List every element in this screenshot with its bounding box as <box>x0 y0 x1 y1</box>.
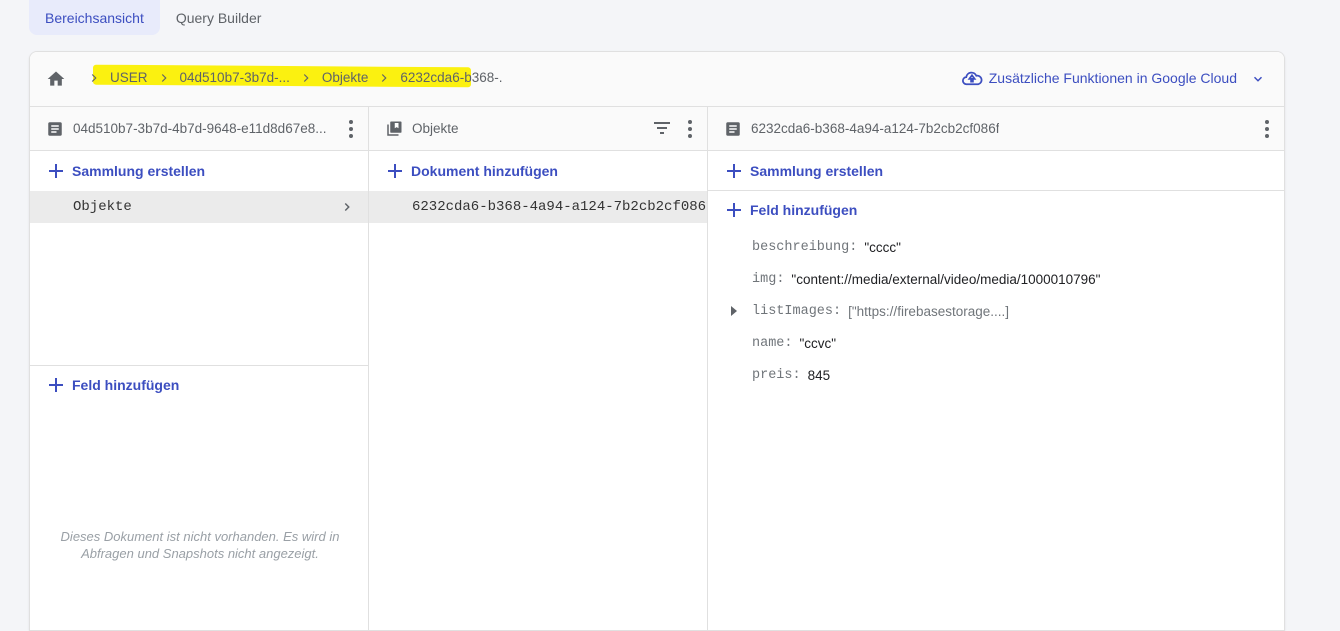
plus-icon <box>388 164 402 178</box>
firestore-panel: USER 04d510b7-3b7d-... Objekte 6232cda6-… <box>29 51 1285 631</box>
column-title: Objekte <box>412 121 459 136</box>
field-list: beschreibung: "cccc" img: "content://med… <box>708 229 1284 391</box>
expand-arrow-icon[interactable] <box>730 306 738 316</box>
breadcrumb-item-user[interactable]: USER <box>110 70 148 85</box>
add-collection-label: Sammlung erstellen <box>72 163 206 179</box>
plus-icon <box>727 203 741 217</box>
add-field-label: Feld hinzufügen <box>72 377 180 393</box>
field-key: beschreibung <box>752 239 850 255</box>
document-item[interactable]: 6232cda6-b368-4a94-a124-7b2cb2cf086f <box>369 191 707 223</box>
field-row-beschreibung[interactable]: beschreibung: "cccc" <box>708 231 1284 263</box>
add-field-label: Feld hinzufügen <box>750 202 858 218</box>
field-value: ["https://firebasestorage....] <box>848 303 1009 319</box>
chevron-down-icon[interactable] <box>1251 72 1265 86</box>
chevron-right-icon <box>161 73 167 82</box>
more-vert-icon[interactable] <box>348 119 354 139</box>
chevron-right-icon <box>91 73 97 82</box>
chevron-right-icon <box>303 73 309 82</box>
add-document-label: Dokument hinzufügen <box>411 163 558 179</box>
tab-bereichsansicht[interactable]: Bereichsansicht <box>29 0 160 35</box>
field-value: "cccc" <box>864 239 901 255</box>
field-row-listimages[interactable]: listImages: ["https://firebasestorage...… <box>708 295 1284 327</box>
breadcrumb-bar: USER 04d510b7-3b7d-... Objekte 6232cda6-… <box>30 52 1284 107</box>
breadcrumb-item-object-doc[interactable]: 6232cda6-b368-. <box>400 70 502 85</box>
field-key: img <box>752 271 777 287</box>
missing-document-note: Dieses Dokument ist nicht vorhanden. Es … <box>60 529 340 561</box>
column-title: 6232cda6-b368-4a94-a124-7b2cb2cf086f <box>751 121 1000 136</box>
add-field-button[interactable]: Feld hinzufügen <box>708 191 1284 229</box>
document-icon <box>48 121 62 136</box>
document-item-label: 6232cda6-b368-4a94-a124-7b2cb2cf086f <box>412 199 707 215</box>
column-header: 6232cda6-b368-4a94-a124-7b2cb2cf086f <box>708 107 1284 151</box>
cloud-icon <box>961 71 983 86</box>
home-icon[interactable] <box>46 69 66 89</box>
plus-icon <box>49 164 63 178</box>
chevron-right-icon <box>382 73 387 82</box>
column-header: Objekte <box>369 107 707 151</box>
chevron-right-icon <box>344 202 350 212</box>
column-header: 04d510b7-3b7d-4b7d-9648-e11d8d67e8... <box>30 107 368 151</box>
column-title: 04d510b7-3b7d-4b7d-9648-e11d8d67e8... <box>73 121 327 136</box>
add-collection-button[interactable]: Sammlung erstellen <box>708 151 1284 191</box>
field-row-preis[interactable]: preis: 845 <box>708 359 1284 391</box>
tab-query-builder[interactable]: Query Builder <box>160 0 278 35</box>
field-value: "content://media/external/video/media/10… <box>791 271 1101 287</box>
more-vert-icon[interactable] <box>687 119 693 139</box>
column-objekte-collection: Objekte Dokument hinzufügen 6232cda6-b36… <box>369 107 708 630</box>
google-cloud-link-label: Zusätzliche Funktionen in Google Cloud <box>988 70 1237 86</box>
column-user-document: 04d510b7-3b7d-4b7d-9648-e11d8d67e8... Sa… <box>30 107 369 630</box>
view-tabs: Bereichsansicht Query Builder <box>29 0 277 35</box>
collection-item-objekte[interactable]: Objekte <box>30 191 368 223</box>
breadcrumb-item-user-doc[interactable]: 04d510b7-3b7d-... <box>180 70 290 85</box>
field-key: preis <box>752 367 793 383</box>
google-cloud-link[interactable]: Zusätzliche Funktionen in Google Cloud <box>961 70 1237 86</box>
column-object-document: 6232cda6-b368-4a94-a124-7b2cb2cf086f Sam… <box>708 107 1284 630</box>
field-key: name <box>752 335 785 351</box>
field-value: 845 <box>807 367 831 383</box>
field-row-img[interactable]: img: "content://media/external/video/med… <box>708 263 1284 295</box>
document-icon <box>726 121 740 136</box>
add-document-button[interactable]: Dokument hinzufügen <box>369 151 707 191</box>
field-row-name[interactable]: name: "ccvc" <box>708 327 1284 359</box>
more-vert-icon[interactable] <box>1264 119 1270 139</box>
add-collection-label: Sammlung erstellen <box>750 162 884 179</box>
plus-icon <box>49 378 63 392</box>
field-key: listImages <box>752 303 834 319</box>
breadcrumb-item-objekte[interactable]: Objekte <box>322 70 369 85</box>
collection-item-label: Objekte <box>73 199 132 215</box>
add-field-button[interactable]: Feld hinzufügen <box>30 366 368 404</box>
filter-icon[interactable] <box>653 121 671 135</box>
field-value: "ccvc" <box>799 335 837 351</box>
plus-icon <box>727 163 741 178</box>
collection-icon <box>387 121 402 136</box>
add-collection-button[interactable]: Sammlung erstellen <box>30 151 368 191</box>
breadcrumb: USER 04d510b7-3b7d-... Objekte 6232cda6-… <box>78 70 502 85</box>
